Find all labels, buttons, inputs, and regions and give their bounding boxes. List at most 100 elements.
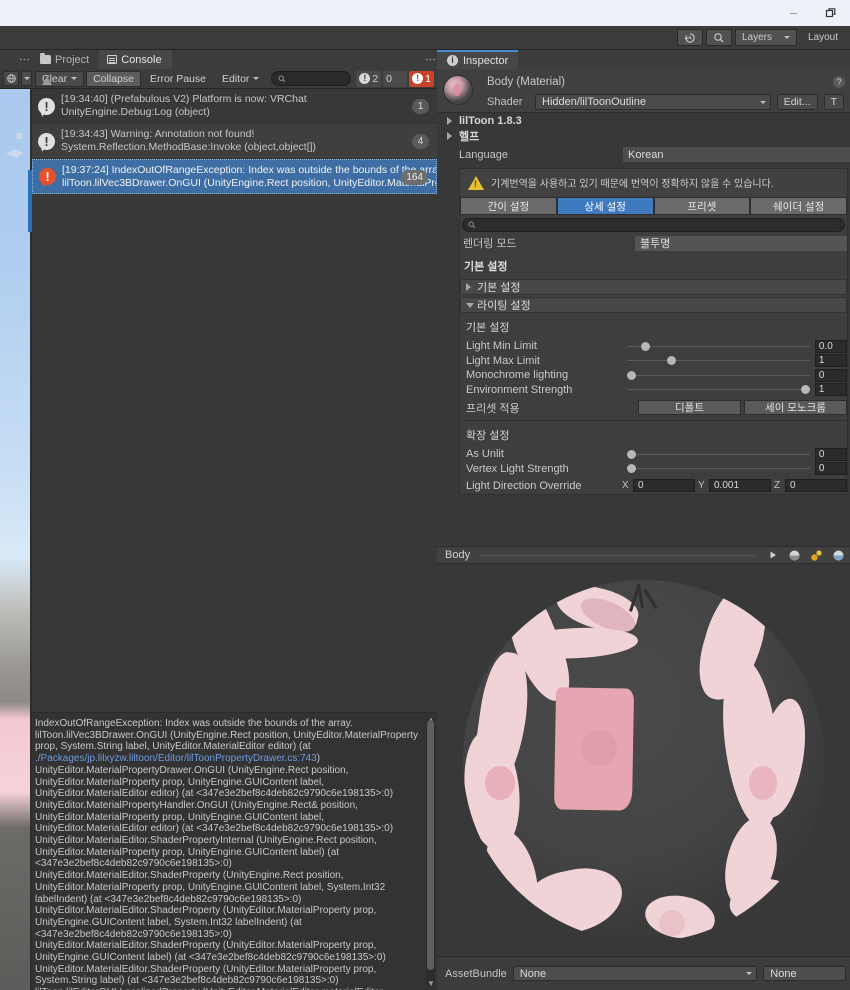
preset-default-button[interactable]: 디폴트 bbox=[638, 400, 741, 415]
material-header: Body (Material) ? Shader Hidden/lilToonO… bbox=[437, 69, 850, 113]
foldout-help[interactable]: 헬프 bbox=[437, 128, 850, 143]
shader-dropdown[interactable]: Hidden/lilToonOutline bbox=[535, 94, 771, 110]
language-label: Language bbox=[459, 148, 508, 161]
layout-dropdown[interactable]: Layout bbox=[800, 29, 846, 46]
foldout-help-wrap: 헬프 bbox=[437, 128, 850, 143]
slider-knob[interactable] bbox=[626, 449, 636, 459]
foldout-basic-settings[interactable]: 기본 설정 bbox=[460, 279, 847, 295]
preset-label: 프리셋 적용 bbox=[466, 402, 520, 415]
tab-inspector-label: Inspector bbox=[463, 54, 509, 67]
assetbundle-dropdown[interactable]: None bbox=[512, 966, 758, 981]
minimize-button[interactable] bbox=[774, 0, 812, 26]
gizmo-dropdown[interactable] bbox=[21, 71, 32, 86]
search-icon[interactable] bbox=[706, 29, 732, 46]
assetbundle-label: AssetBundle bbox=[445, 967, 507, 980]
shader-edit-button[interactable]: Edit... bbox=[776, 94, 818, 110]
preset-monochrome-button[interactable]: 세이 모노크롬 bbox=[744, 400, 847, 415]
assetbundle-variant-dropdown[interactable]: None bbox=[763, 966, 846, 981]
slider-knob[interactable] bbox=[667, 356, 677, 366]
preview-header-bar: Body bbox=[437, 546, 850, 564]
log-count-badge: 4 bbox=[412, 134, 429, 149]
chevron-down-icon bbox=[784, 36, 790, 39]
console-log-list[interactable]: ! [19:34:40] (Prefabulous V2) Platform i… bbox=[32, 89, 437, 194]
play-icon[interactable] bbox=[764, 548, 781, 563]
log-entry[interactable]: ! [19:34:40] (Prefabulous V2) Platform i… bbox=[32, 89, 437, 124]
tab-preset[interactable]: 프리셋 bbox=[653, 197, 751, 215]
gizmo-icon[interactable] bbox=[3, 71, 19, 86]
stack-trace-panel[interactable]: IndexOutOfRangeException: Index was outs… bbox=[32, 712, 437, 990]
collapse-button[interactable]: Collapse bbox=[86, 70, 141, 87]
scrollbar-thumb[interactable] bbox=[427, 720, 434, 970]
slider-value[interactable]: 0 bbox=[814, 447, 847, 461]
tab-advanced-settings[interactable]: 상세 설정 bbox=[556, 197, 654, 215]
axis-z-input[interactable]: 0 bbox=[785, 479, 847, 492]
tab-project[interactable]: Project bbox=[32, 50, 99, 69]
material-preview-area[interactable] bbox=[437, 565, 850, 956]
slider-track[interactable] bbox=[626, 383, 810, 397]
foldout-lighting-settings[interactable]: 라이팅 설정 bbox=[460, 297, 847, 313]
error-pause-button[interactable]: Error Pause bbox=[143, 71, 213, 87]
slider-value[interactable]: 1 bbox=[814, 383, 847, 397]
layers-dropdown[interactable]: Layers bbox=[735, 29, 797, 46]
slider-track[interactable] bbox=[626, 462, 810, 476]
slider-value[interactable]: 0 bbox=[814, 462, 847, 476]
slider-value[interactable]: 1 bbox=[814, 354, 847, 368]
axis-y-label: Y bbox=[698, 480, 705, 491]
render-mode-dropdown[interactable]: 불투명 bbox=[635, 235, 847, 251]
scene-object-marker bbox=[16, 133, 22, 139]
info-count-chip[interactable]: ! 2 bbox=[356, 70, 382, 87]
slider-track[interactable] bbox=[626, 354, 810, 368]
language-dropdown[interactable]: Korean bbox=[623, 147, 850, 162]
slider-track[interactable] bbox=[626, 368, 810, 382]
log-entry-selected[interactable]: ! [19:37:24] IndexOutOfRangeException: I… bbox=[32, 159, 437, 194]
folder-icon bbox=[40, 53, 51, 64]
slider-value[interactable]: 0 bbox=[814, 368, 847, 382]
sphere-icon[interactable] bbox=[786, 548, 803, 563]
axis-x-input[interactable]: 0 bbox=[633, 479, 695, 492]
slider-knob[interactable] bbox=[626, 464, 636, 474]
warning-count-chip[interactable]: 0 bbox=[42, 70, 408, 87]
unity-top-toolbar: Layers Layout bbox=[0, 26, 850, 50]
chevron-down-icon bbox=[466, 302, 474, 308]
slider-track[interactable] bbox=[626, 447, 810, 461]
stack-trace-scrollbar[interactable]: ▲ ▼ bbox=[426, 715, 435, 988]
scene-viewport[interactable] bbox=[0, 89, 30, 990]
axis-y-input[interactable]: 0.001 bbox=[709, 479, 771, 492]
chevron-right-icon bbox=[466, 283, 471, 291]
slider-knob[interactable] bbox=[641, 341, 651, 351]
chevron-right-icon bbox=[447, 131, 452, 140]
tab-console[interactable]: Console bbox=[99, 50, 172, 69]
slider-knob[interactable] bbox=[800, 385, 810, 395]
restore-button[interactable] bbox=[812, 0, 850, 26]
scene-tab-row: ⋮ bbox=[0, 50, 32, 69]
scroll-down-icon[interactable]: ▼ bbox=[427, 979, 435, 988]
help-icon[interactable]: ? bbox=[833, 76, 845, 88]
history-icon[interactable] bbox=[677, 29, 703, 46]
language-row: Language Korean bbox=[437, 146, 850, 163]
tab-shader-settings[interactable]: 쉐이더 설정 bbox=[750, 197, 847, 215]
inspector-panel: i Inspector Body (Material) ? Shader Hid… bbox=[437, 50, 850, 990]
error-count-chip[interactable]: ! 1 bbox=[409, 70, 434, 87]
editor-dropdown[interactable]: Editor bbox=[215, 71, 266, 87]
sphere-shape-icon[interactable] bbox=[830, 548, 847, 563]
axis-x-label: X bbox=[622, 480, 629, 491]
panel-menu-icon[interactable]: ⋮ bbox=[18, 54, 30, 65]
property-search-input[interactable] bbox=[462, 218, 845, 232]
tab-inspector[interactable]: i Inspector bbox=[437, 50, 519, 69]
panel-menu-icon[interactable]: ⋮ bbox=[424, 54, 436, 65]
tab-simple-settings[interactable]: 간이 설정 bbox=[460, 197, 557, 215]
material-preview-sphere[interactable] bbox=[462, 579, 825, 942]
console-search-input[interactable] bbox=[271, 71, 352, 86]
tab-simple-label: 간이 설정 bbox=[487, 200, 530, 213]
log-line-1: [19:34:43] Warning: Annotation not found… bbox=[61, 128, 255, 140]
foldout-liltoon[interactable]: lilToon 1.8.3 bbox=[437, 113, 850, 128]
slider-label: Light Max Limit bbox=[466, 354, 540, 367]
chevron-down-icon bbox=[23, 77, 30, 80]
slider-value[interactable]: 0.0 bbox=[814, 339, 847, 353]
log-entry[interactable]: ! [19:34:43] Warning: Annotation not fou… bbox=[32, 124, 437, 159]
slider-knob[interactable] bbox=[626, 370, 636, 380]
lighting-icon[interactable] bbox=[808, 548, 825, 563]
slider-track[interactable] bbox=[626, 339, 810, 353]
shader-extra-button[interactable]: T bbox=[823, 94, 844, 110]
stack-trace-link[interactable]: ./Packages/jp.lilxyzw.liltoon/Editor/lil… bbox=[35, 753, 317, 764]
